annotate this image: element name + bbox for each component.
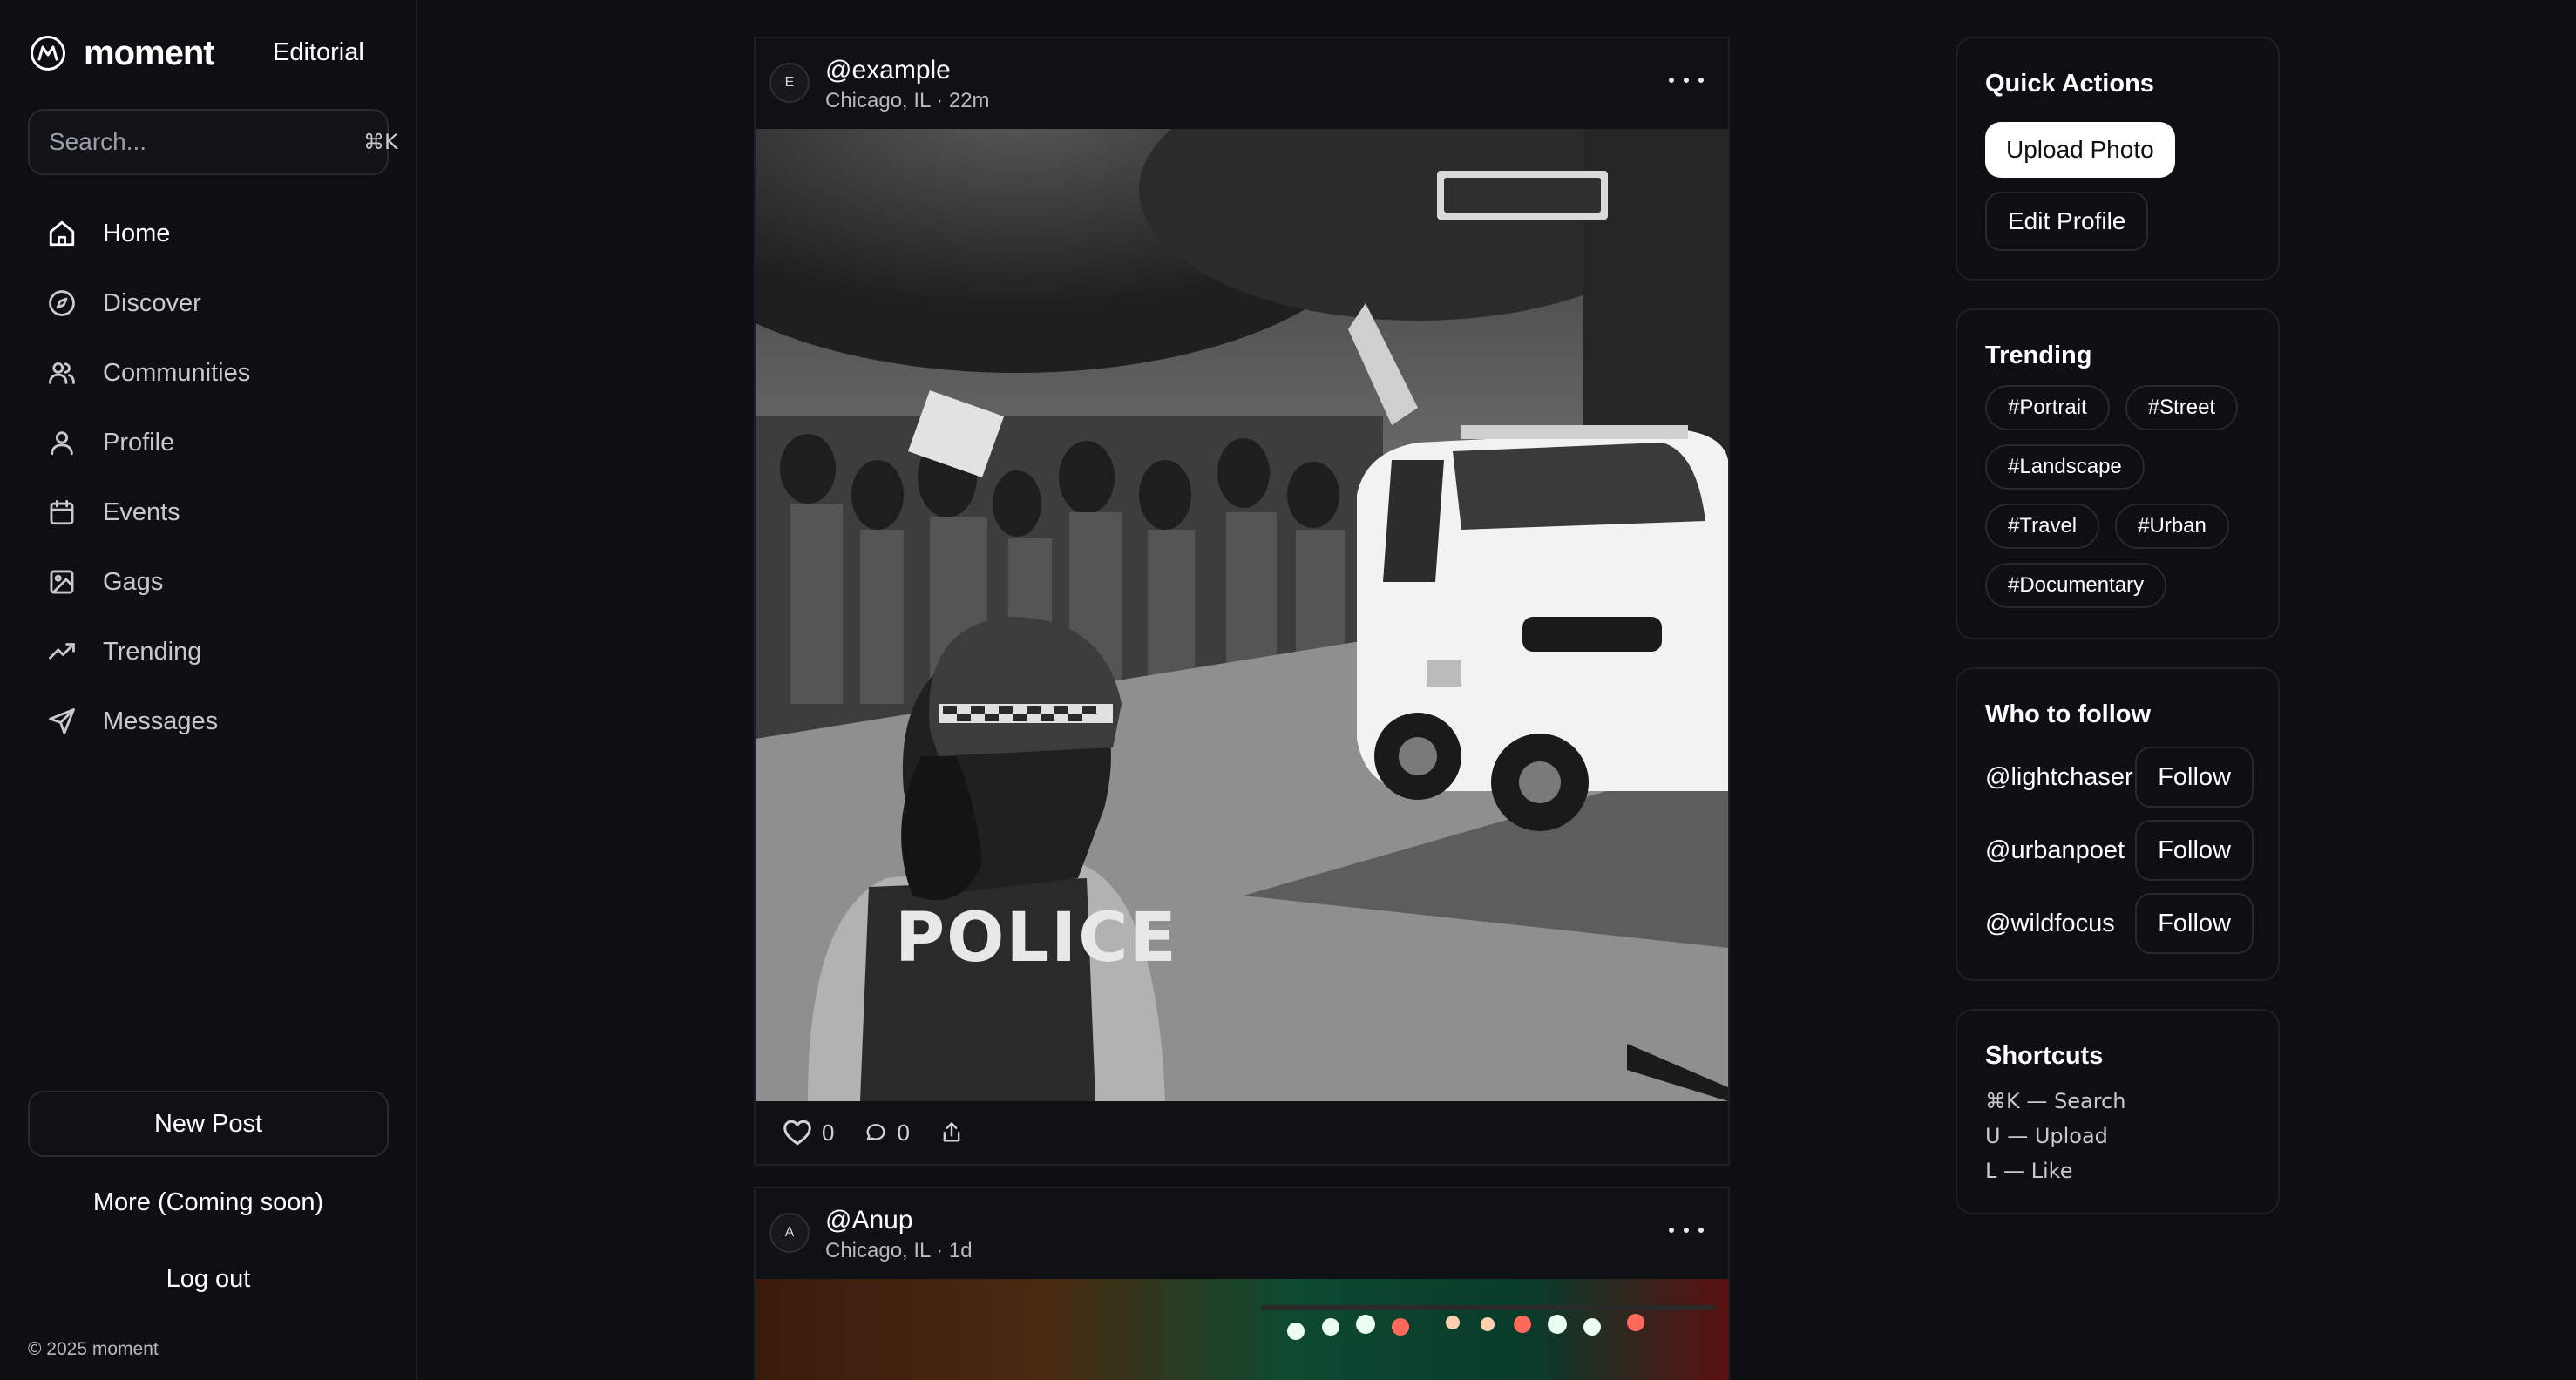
suggested-user-handle[interactable]: @urbanpoet [1985,836,2125,865]
follow-suggestion: @lightchaser Follow [1985,746,2254,808]
post-location-time: Chicago, IL · 22m [825,89,990,112]
post-photo[interactable]: POLICE [756,129,1728,1101]
shortcuts-card: Shortcuts ⌘K — Search U — Upload L — Lik… [1956,1009,2280,1214]
suggested-user-handle[interactable]: @lightchaser [1985,763,2133,792]
quick-actions-card: Quick Actions Upload Photo Edit Profile [1956,37,2280,281]
follow-suggestion: @urbanpoet Follow [1985,819,2254,882]
search-input[interactable] [49,128,363,156]
nav-item-label: Profile [103,428,175,457]
users-icon [49,362,75,384]
app-root: moment Editorial ⌘K Home Discover Commun… [0,0,2576,1380]
follow-button[interactable]: Follow [2135,747,2254,808]
nav-item-profile[interactable]: Profile [28,408,389,477]
shortcut-item: L — Like [1985,1159,2073,1183]
trending-tag[interactable]: #Travel [1985,504,2100,549]
nav-item-label: Communities [103,358,251,387]
post-options-icon[interactable] [1669,70,1704,91]
brand-name: moment [84,33,215,72]
trending-icon [49,643,75,660]
feed-post: A @Anup Chicago, IL · 1d [754,1187,1730,1380]
nav-item-communities[interactable]: Communities [28,338,389,408]
search-box[interactable]: ⌘K [28,109,398,175]
share-button[interactable] [939,1120,964,1145]
feed-post: E @example Chicago, IL · 22m POLICE 0 0 [754,37,1730,1166]
shortcut-item: U — Upload [1985,1124,2108,1148]
copyright-text: © 2025 moment [28,1339,159,1359]
moment-logo-icon [31,36,65,71]
nav-item-events[interactable]: Events [28,477,389,547]
home-icon [49,220,75,247]
trending-tag[interactable]: #Street [2125,385,2239,430]
nav-item-gags[interactable]: Gags [28,547,389,617]
post-header: E @example Chicago, IL · 22m [756,38,1728,129]
comment-icon [866,1124,885,1141]
like-count: 0 [822,1119,835,1146]
post-options-icon[interactable] [1669,1220,1704,1241]
post-header: A @Anup Chicago, IL · 1d [756,1188,1728,1279]
who-to-follow-card: Who to follow @lightchaser Follow @urban… [1956,667,2280,981]
logout-button[interactable]: Log out [28,1248,389,1309]
post-author-handle[interactable]: @example [825,56,951,85]
edit-profile-button[interactable]: Edit Profile [1985,192,2149,251]
shortcuts-title: Shortcuts [1985,1042,2104,1070]
comment-button[interactable]: 0 [864,1119,910,1147]
quick-actions-title: Quick Actions [1985,70,2154,98]
post-actions: 0 0 [756,1101,1728,1164]
main-nav: Home Discover Communities Profile Events… [28,199,389,756]
avatar[interactable]: E [769,63,810,103]
trending-title: Trending [1985,342,2092,369]
post-location-time: Chicago, IL · 1d [825,1239,973,1262]
trending-tag[interactable]: #Portrait [1985,385,2110,430]
who-to-follow-title: Who to follow [1985,700,2152,728]
trending-tag[interactable]: #Documentary [1985,563,2167,608]
post-author-handle[interactable]: @Anup [825,1206,913,1235]
nav-item-discover[interactable]: Discover [28,268,389,338]
image-icon [50,570,74,594]
sidebar: moment Editorial ⌘K Home Discover Commun… [0,0,417,1380]
trending-tags: #Portrait #Street #Landscape #Travel #Ur… [1985,385,2264,608]
user-icon [51,431,73,456]
nav-item-trending[interactable]: Trending [28,617,389,687]
follow-button[interactable]: Follow [2135,893,2254,954]
upload-photo-button[interactable]: Upload Photo [1985,122,2175,178]
compass-icon [49,290,75,316]
like-button[interactable]: 0 [782,1117,834,1148]
suggested-user-handle[interactable]: @wildfocus [1985,910,2115,938]
comment-count: 0 [897,1119,910,1146]
trending-tag[interactable]: #Urban [2115,504,2229,549]
more-button[interactable]: More (Coming soon) [28,1172,389,1233]
editorial-mode-link[interactable]: Editorial [273,38,364,67]
nav-item-home[interactable]: Home [28,199,389,268]
trending-tag[interactable]: #Landscape [1985,444,2145,490]
nav-item-label: Trending [103,637,202,666]
nav-item-label: Discover [103,288,201,317]
search-shortcut-hint: ⌘K [363,130,398,154]
new-post-button[interactable]: New Post [28,1091,389,1157]
svg-text:POLICE: POLICE [895,899,1178,978]
nav-item-label: Gags [103,567,164,596]
brand[interactable]: moment [30,33,215,73]
nav-item-messages[interactable]: Messages [28,687,389,756]
calendar-icon [50,499,74,525]
trending-card: Trending #Portrait #Street #Landscape #T… [1956,308,2280,639]
follow-button[interactable]: Follow [2135,820,2254,881]
post-photo[interactable] [756,1279,1728,1380]
follow-suggestion: @wildfocus Follow [1985,892,2254,955]
share-icon [943,1122,960,1142]
nav-item-label: Home [103,219,171,247]
shortcut-item: ⌘K — Search [1985,1089,2126,1113]
nav-item-label: Messages [103,707,219,735]
nav-item-label: Events [103,497,180,526]
send-icon [49,708,75,734]
heart-icon [783,1120,811,1146]
avatar[interactable]: A [769,1213,810,1253]
